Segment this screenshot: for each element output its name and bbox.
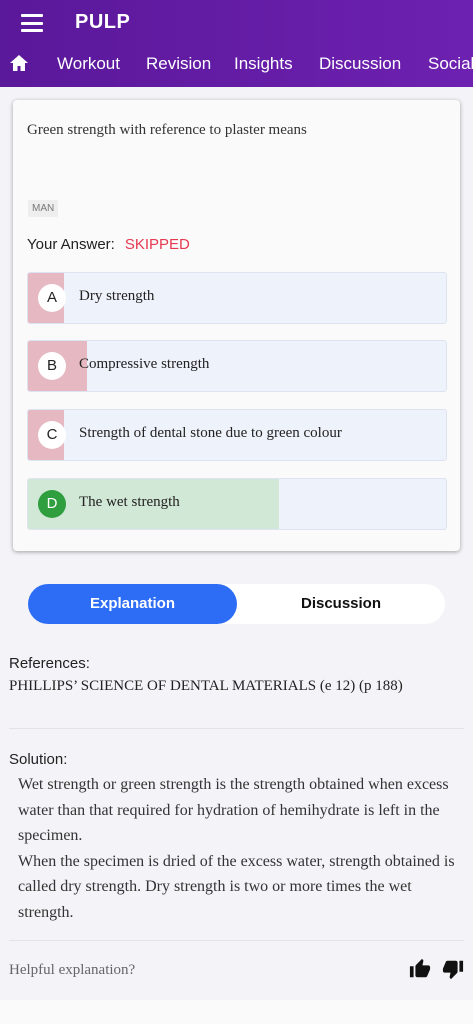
option-text: Compressive strength xyxy=(79,356,210,372)
option-c[interactable]: C Strength of dental stone due to green … xyxy=(27,409,447,461)
top-app-bar: PULP Workout Revision Insights Discussio… xyxy=(0,0,473,87)
discussion-tab[interactable]: Discussion xyxy=(237,584,445,624)
tab-social[interactable]: Social xyxy=(428,54,473,74)
option-letter: C xyxy=(38,421,66,449)
explanation-tab[interactable]: Explanation xyxy=(28,584,237,624)
solution-text: Wet strength or green strength is the st… xyxy=(18,772,465,925)
explanation-discussion-toggle: Explanation Discussion xyxy=(28,584,445,624)
tab-revision[interactable]: Revision xyxy=(146,54,211,74)
option-text: Dry strength xyxy=(79,288,155,304)
option-text: The wet strength xyxy=(79,494,180,510)
option-letter: D xyxy=(38,490,66,518)
solution-label: Solution: xyxy=(9,751,68,768)
bottom-strip xyxy=(0,1000,473,1024)
tab-insights[interactable]: Insights xyxy=(234,54,293,74)
thumbs-up-icon[interactable] xyxy=(409,958,431,980)
your-answer-label: Your Answer: xyxy=(27,236,115,253)
references-text: PHILLIPS’ SCIENCE OF DENTAL MATERIALS (e… xyxy=(9,678,403,694)
your-answer-status: SKIPPED xyxy=(124,236,190,253)
helpful-prompt: Helpful explanation? xyxy=(9,962,136,978)
option-text: Strength of dental stone due to green co… xyxy=(79,425,342,441)
divider xyxy=(9,940,464,941)
subject-tag: MAN xyxy=(28,200,59,217)
divider xyxy=(9,728,464,729)
app-title: PULP xyxy=(75,11,131,33)
option-letter: B xyxy=(38,352,66,380)
option-letter: A xyxy=(38,284,66,312)
question-card: Green strength with reference to plaster… xyxy=(13,100,460,551)
tab-discussion[interactable]: Discussion xyxy=(319,54,401,74)
your-answer: Your Answer: SKIPPED xyxy=(27,236,190,253)
thumbs-down-icon[interactable] xyxy=(442,958,464,980)
question-text: Green strength with reference to plaster… xyxy=(27,122,307,138)
home-icon[interactable] xyxy=(9,53,29,73)
option-b[interactable]: B Compressive strength xyxy=(27,340,447,392)
nav-tabs: Workout Revision Insights Discussion Soc… xyxy=(0,47,473,83)
references-label: References: xyxy=(9,655,90,672)
option-d[interactable]: D The wet strength xyxy=(27,478,447,530)
solution-paragraph: Wet strength or green strength is the st… xyxy=(18,776,449,844)
tab-workout[interactable]: Workout xyxy=(57,54,120,74)
menu-icon[interactable] xyxy=(21,14,43,32)
option-a[interactable]: A Dry strength xyxy=(27,272,447,324)
solution-paragraph: When the specimen is dried of the excess… xyxy=(18,852,455,921)
